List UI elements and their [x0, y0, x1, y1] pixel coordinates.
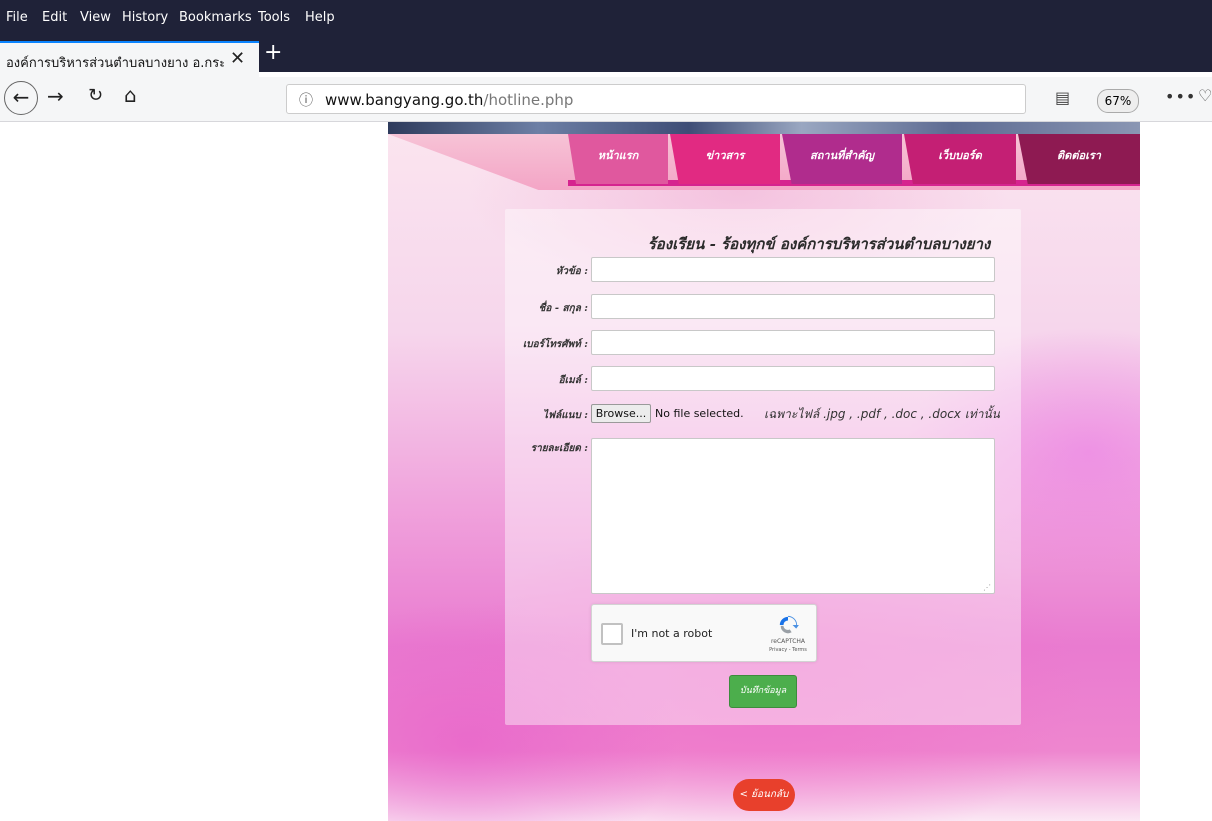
label-attachment: ไฟล์แนบ : [542, 410, 588, 421]
browse-button[interactable]: Browse... [591, 404, 651, 423]
menu-bookmarks[interactable]: Bookmarks [179, 10, 252, 25]
info-icon[interactable]: ⓘ [299, 90, 313, 110]
file-status: No file selected. [655, 407, 744, 420]
reader-view-icon[interactable]: ▤ [1055, 88, 1070, 107]
details-textarea[interactable]: ⋰ [591, 438, 995, 594]
label-email: อีเมล์ : [558, 375, 588, 386]
back-button[interactable]: < ย้อนกลับ [733, 779, 795, 811]
pocket-icon[interactable]: ♡ [1198, 86, 1212, 105]
nav-contact[interactable]: ติดต่อเรา [1018, 134, 1140, 184]
url-bar[interactable]: ⓘ www.bangyang.go.th/hotline.php [286, 84, 1026, 114]
form-title: ร้องเรียน - ร้องทุกข์ องค์การบริหารส่วนต… [647, 235, 991, 253]
site-page: หน้าแรก ข่าวสาร สถานที่สำคัญ เว็บบอร์ด ต… [388, 122, 1140, 821]
forward-arrow-icon[interactable]: → [47, 84, 64, 108]
url-text: www.bangyang.go.th/hotline.php [325, 91, 574, 109]
menu-file[interactable]: File [6, 10, 28, 25]
subject-input[interactable] [591, 257, 995, 282]
captcha-terms-link[interactable]: Privacy - Terms [760, 647, 816, 653]
captcha-label: I'm not a robot [631, 627, 713, 640]
label-details: รายละเอียด : [530, 443, 588, 454]
menu-help[interactable]: Help [305, 10, 335, 25]
nav-home[interactable]: หน้าแรก [568, 134, 668, 184]
reload-icon[interactable]: ↻ [88, 85, 103, 106]
menu-history[interactable]: History [122, 10, 168, 25]
home-icon[interactable]: ⌂ [124, 83, 137, 107]
save-button[interactable]: บันทึกข้อมูล [729, 675, 797, 708]
menu-view[interactable]: View [80, 10, 111, 25]
nav-toolbar: ← → ↻ ⌂ ⓘ www.bangyang.go.th/hotline.php… [0, 77, 1212, 122]
close-icon[interactable]: ✕ [230, 48, 245, 69]
file-hint: เฉพาะไฟล์ .jpg , .pdf , .doc , .docx เท่… [764, 407, 1000, 421]
browser-tab[interactable]: องค์การบริหารส่วนตำบลบางยาง อ.กระ ✕ [0, 41, 259, 77]
zoom-level[interactable]: 67% [1097, 89, 1139, 113]
more-icon[interactable]: ••• [1165, 87, 1196, 106]
recaptcha-logo-icon [779, 615, 799, 634]
captcha-checkbox[interactable] [601, 623, 623, 645]
resize-handle-icon[interactable]: ⋰ [983, 583, 991, 592]
recaptcha-widget: I'm not a robot reCAPTCHA Privacy - Term… [591, 604, 817, 662]
label-subject: หัวข้อ : [555, 266, 588, 277]
label-name: ชื่อ - สกุล : [538, 303, 588, 314]
nav-news[interactable]: ข่าวสาร [670, 134, 780, 184]
captcha-brand: reCAPTCHA [770, 638, 806, 645]
name-input[interactable] [591, 294, 995, 319]
label-phone: เบอร์โทรศัพท์ : [522, 339, 588, 350]
email-input[interactable] [591, 366, 995, 391]
menu-tools[interactable]: Tools [258, 10, 290, 25]
nav-webboard[interactable]: เว็บบอร์ด [904, 134, 1016, 184]
new-tab-icon[interactable]: + [264, 40, 282, 65]
menu-edit[interactable]: Edit [42, 10, 67, 25]
phone-input[interactable] [591, 330, 995, 355]
browser-menubar: File Edit View History Bookmarks Tools H… [0, 0, 1212, 36]
header-photo-strip [388, 122, 1140, 134]
tab-title: องค์การบริหารส่วนตำบลบางยาง อ.กระ [6, 56, 224, 71]
back-arrow-icon[interactable]: ← [4, 81, 38, 115]
nav-places[interactable]: สถานที่สำคัญ [782, 134, 902, 184]
